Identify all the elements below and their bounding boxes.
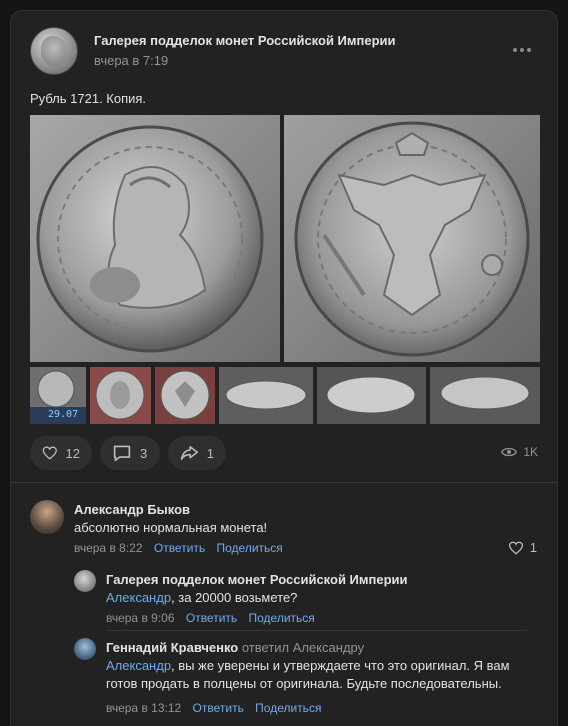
comment-author[interactable]: Александр Быков [74,502,190,517]
reply-button[interactable]: Ответить [186,611,237,625]
coin-obverse-photo[interactable] [30,115,280,362]
thumbnail-4[interactable] [219,367,313,424]
comment-3: Геннадий Кравченко ответил Александру Ал… [74,638,537,722]
comment-1: Александр Быков абсолютно нормальная мон… [30,500,543,562]
thumbnail-6[interactable] [430,367,540,424]
post-actions: 12 3 1 1K [30,436,538,470]
heart-icon [508,541,523,555]
commenter-avatar[interactable] [74,638,96,660]
thumbnail-2[interactable] [90,367,151,424]
reply-button[interactable]: Ответить [154,541,205,555]
comment-time[interactable]: вчера в 8:22 [74,541,143,555]
mention-link[interactable]: Александр [106,658,171,673]
mention-link[interactable]: Александр [106,590,171,605]
like-button[interactable]: 12 [30,436,92,470]
comment-text: Александр, вы же уверены и утверждаете ч… [106,657,536,693]
comment-time[interactable]: вчера в 13:12 [106,701,181,715]
view-counter: 1K [501,445,538,459]
comment-author-line: Геннадий Кравченко ответил Александру [106,640,364,655]
eye-icon [501,447,518,457]
thumbnail-scale-reading: 29.07 [48,409,79,420]
reply-button[interactable]: Ответить [193,701,244,715]
comment-like-count: 1 [529,540,537,555]
comment-author[interactable]: Галерея подделок монет Российской Импери… [106,572,408,587]
heart-icon [42,446,57,460]
comment-meta: вчера в 13:12 Ответить Поделиться [106,701,321,715]
comment-author[interactable]: Геннадий Кравченко [106,640,238,655]
post-card: Галерея подделок монет Российской Импери… [10,10,558,726]
more-icon[interactable] [513,45,533,55]
comment-like-button[interactable]: 1 [508,540,537,555]
commenter-avatar[interactable] [74,570,96,592]
like-count: 12 [65,445,80,461]
replied-to[interactable]: ответил Александру [242,640,364,655]
commenter-avatar[interactable] [30,500,64,534]
comment-count: 3 [140,445,148,461]
share-link[interactable]: Поделиться [255,701,321,715]
thumbnail-3[interactable] [155,367,215,424]
thumbnail-1[interactable]: 29.07 [30,367,86,424]
post-time[interactable]: вчера в 7:19 [94,53,168,68]
group-name[interactable]: Галерея подделок монет Российской Импери… [94,33,396,48]
comment-text: Александр, за 20000 возьмете? [106,589,297,607]
share-count: 1 [206,445,214,461]
coin-reverse-photo[interactable] [284,115,540,362]
comment-body: , за 20000 возьмете? [171,590,298,605]
comment-meta: вчера в 9:06 Ответить Поделиться [106,611,315,625]
comment-time[interactable]: вчера в 9:06 [106,611,175,625]
share-link[interactable]: Поделиться [217,541,283,555]
post-header: Галерея подделок монет Российской Импери… [30,27,543,79]
share-link[interactable]: Поделиться [249,611,315,625]
view-count: 1K [523,445,538,459]
share-icon [180,445,198,461]
group-avatar[interactable] [30,27,78,75]
comments-divider [11,482,557,483]
comment-icon [113,445,131,462]
comment-text: абсолютно нормальная монета! [74,520,268,535]
comment-2: Галерея подделок монет Российской Импери… [74,570,543,632]
post-text: Рубль 1721. Копия. [30,91,147,106]
comment-button[interactable]: 3 [100,436,160,470]
thumbnail-5[interactable] [317,367,426,424]
reply-divider [106,630,527,631]
share-button[interactable]: 1 [168,436,226,470]
comment-meta: вчера в 8:22 Ответить Поделиться [74,541,283,555]
